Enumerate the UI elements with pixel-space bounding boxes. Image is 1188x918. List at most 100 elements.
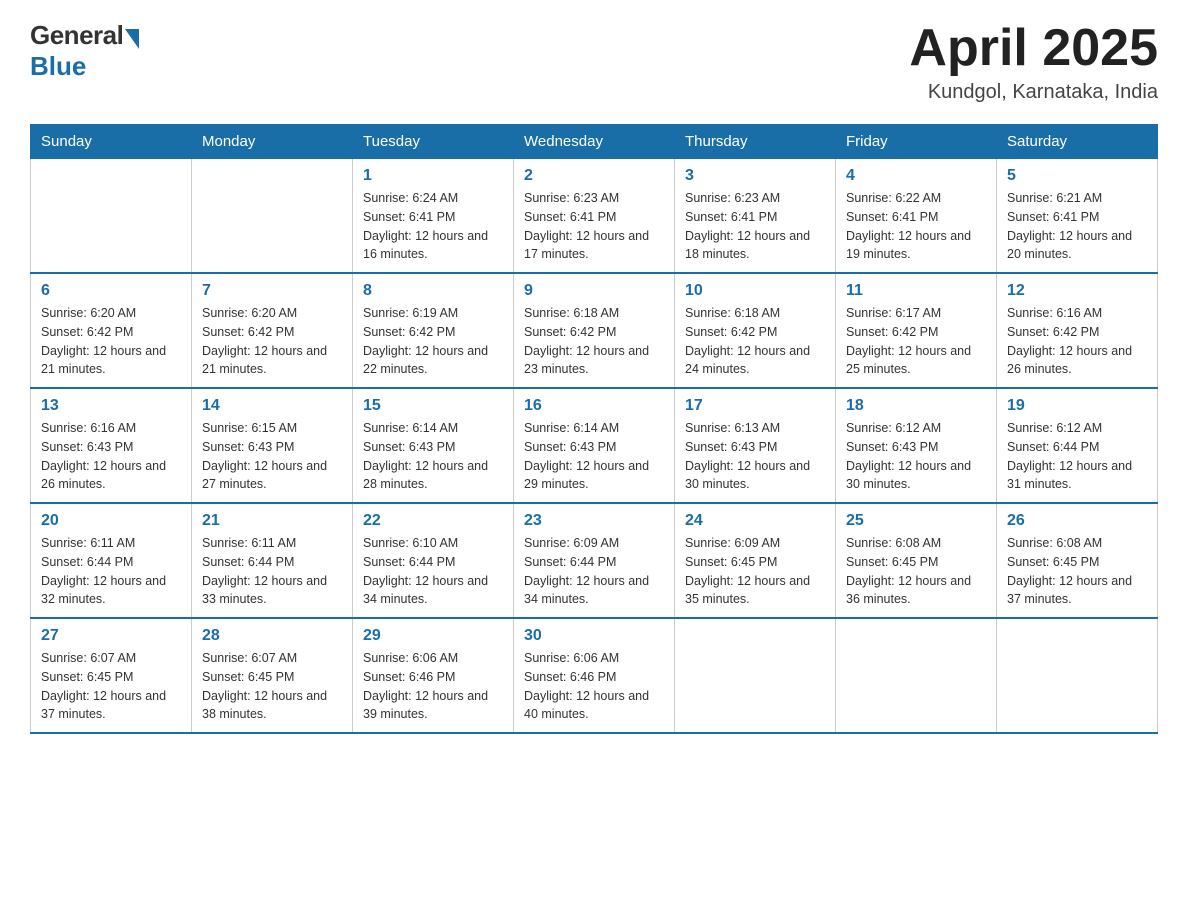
day-number: 26 xyxy=(1007,512,1147,530)
day-number: 17 xyxy=(685,397,825,415)
logo-blue-text: Blue xyxy=(30,51,86,82)
logo-triangle-icon xyxy=(125,29,139,49)
day-info: Sunrise: 6:11 AM Sunset: 6:44 PM Dayligh… xyxy=(41,534,181,609)
calendar-cell: 29Sunrise: 6:06 AM Sunset: 6:46 PM Dayli… xyxy=(353,618,514,733)
day-number: 8 xyxy=(363,282,503,300)
day-info: Sunrise: 6:07 AM Sunset: 6:45 PM Dayligh… xyxy=(202,649,342,724)
title-block: April 2025 Kundgol, Karnataka, India xyxy=(909,20,1158,104)
day-info: Sunrise: 6:08 AM Sunset: 6:45 PM Dayligh… xyxy=(846,534,986,609)
calendar-cell: 4 Sunrise: 6:22 AM Sunset: 6:41 PM Daylig… xyxy=(836,159,997,274)
calendar-cell xyxy=(836,618,997,733)
calendar-cell: 28 Sunrise: 6:07 AM Sunset: 6:45 PM Dayli… xyxy=(192,618,353,733)
day-number: 4 xyxy=(846,167,986,185)
day-info: Sunrise: 6:10 AM Sunset: 6:44 PM Dayligh… xyxy=(363,534,503,609)
calendar-week-row: 20Sunrise: 6:11 AM Sunset: 6:44 PM Dayli… xyxy=(31,503,1158,618)
calendar-cell: 6 Sunrise: 6:20 AM Sunset: 6:42 PM Daylig… xyxy=(31,273,192,388)
day-number: 18 xyxy=(846,397,986,415)
calendar-cell: 11Sunrise: 6:17 AM Sunset: 6:42 PM Dayli… xyxy=(836,273,997,388)
day-number: 28 xyxy=(202,627,342,645)
day-number: 25 xyxy=(846,512,986,530)
day-info: Sunrise: 6:14 AM Sunset: 6:43 PM Dayligh… xyxy=(524,419,664,494)
calendar-cell: 27 Sunrise: 6:07 AM Sunset: 6:45 PM Dayli… xyxy=(31,618,192,733)
day-number: 5 xyxy=(1007,167,1147,185)
day-number: 27 xyxy=(41,627,181,645)
day-info: Sunrise: 6:23 AM Sunset: 6:41 PM Dayligh… xyxy=(685,189,825,264)
calendar-cell: 26Sunrise: 6:08 AM Sunset: 6:45 PM Dayli… xyxy=(997,503,1158,618)
calendar-table: SundayMondayTuesdayWednesdayThursdayFrid… xyxy=(30,124,1158,734)
calendar-cell: 24Sunrise: 6:09 AM Sunset: 6:45 PM Dayli… xyxy=(675,503,836,618)
calendar-week-row: 6 Sunrise: 6:20 AM Sunset: 6:42 PM Daylig… xyxy=(31,273,1158,388)
calendar-cell: 7Sunrise: 6:20 AM Sunset: 6:42 PM Daylig… xyxy=(192,273,353,388)
calendar-cell: 20Sunrise: 6:11 AM Sunset: 6:44 PM Dayli… xyxy=(31,503,192,618)
day-info: Sunrise: 6:15 AM Sunset: 6:43 PM Dayligh… xyxy=(202,419,342,494)
day-info: Sunrise: 6:06 AM Sunset: 6:46 PM Dayligh… xyxy=(524,649,664,724)
day-number: 11 xyxy=(846,282,986,300)
day-number: 10 xyxy=(685,282,825,300)
day-number: 30 xyxy=(524,627,664,645)
day-info: Sunrise: 6:16 AM Sunset: 6:43 PM Dayligh… xyxy=(41,419,181,494)
day-info: Sunrise: 6:24 AM Sunset: 6:41 PM Dayligh… xyxy=(363,189,503,264)
calendar-cell: 21 Sunrise: 6:11 AM Sunset: 6:44 PM Dayli… xyxy=(192,503,353,618)
day-info: Sunrise: 6:12 AM Sunset: 6:43 PM Dayligh… xyxy=(846,419,986,494)
day-info: Sunrise: 6:13 AM Sunset: 6:43 PM Dayligh… xyxy=(685,419,825,494)
day-number: 1 xyxy=(363,167,503,185)
calendar-cell: 9 Sunrise: 6:18 AM Sunset: 6:42 PM Daylig… xyxy=(514,273,675,388)
day-info: Sunrise: 6:07 AM Sunset: 6:45 PM Dayligh… xyxy=(41,649,181,724)
calendar-cell: 13 Sunrise: 6:16 AM Sunset: 6:43 PM Dayli… xyxy=(31,388,192,503)
day-info: Sunrise: 6:06 AM Sunset: 6:46 PM Dayligh… xyxy=(363,649,503,724)
page-header: General Blue April 2025 Kundgol, Karnata… xyxy=(30,20,1158,104)
day-info: Sunrise: 6:20 AM Sunset: 6:42 PM Dayligh… xyxy=(41,304,181,379)
day-number: 12 xyxy=(1007,282,1147,300)
calendar-cell: 5Sunrise: 6:21 AM Sunset: 6:41 PM Daylig… xyxy=(997,159,1158,274)
calendar-week-row: 27 Sunrise: 6:07 AM Sunset: 6:45 PM Dayli… xyxy=(31,618,1158,733)
calendar-cell xyxy=(31,159,192,274)
calendar-cell: 18 Sunrise: 6:12 AM Sunset: 6:43 PM Dayli… xyxy=(836,388,997,503)
day-of-week-header: Saturday xyxy=(997,125,1158,159)
day-info: Sunrise: 6:09 AM Sunset: 6:44 PM Dayligh… xyxy=(524,534,664,609)
day-of-week-header: Friday xyxy=(836,125,997,159)
day-number: 15 xyxy=(363,397,503,415)
day-info: Sunrise: 6:23 AM Sunset: 6:41 PM Dayligh… xyxy=(524,189,664,264)
day-info: Sunrise: 6:20 AM Sunset: 6:42 PM Dayligh… xyxy=(202,304,342,379)
calendar-cell: 30 Sunrise: 6:06 AM Sunset: 6:46 PM Dayli… xyxy=(514,618,675,733)
location-title: Kundgol, Karnataka, India xyxy=(909,81,1158,104)
day-number: 24 xyxy=(685,512,825,530)
calendar-cell xyxy=(675,618,836,733)
day-of-week-header: Monday xyxy=(192,125,353,159)
calendar-cell: 1 Sunrise: 6:24 AM Sunset: 6:41 PM Daylig… xyxy=(353,159,514,274)
day-number: 21 xyxy=(202,512,342,530)
day-number: 6 xyxy=(41,282,181,300)
day-info: Sunrise: 6:22 AM Sunset: 6:41 PM Dayligh… xyxy=(846,189,986,264)
day-number: 23 xyxy=(524,512,664,530)
month-title: April 2025 xyxy=(909,20,1158,77)
calendar-cell: 2Sunrise: 6:23 AM Sunset: 6:41 PM Daylig… xyxy=(514,159,675,274)
calendar-cell: 14 Sunrise: 6:15 AM Sunset: 6:43 PM Dayli… xyxy=(192,388,353,503)
day-info: Sunrise: 6:12 AM Sunset: 6:44 PM Dayligh… xyxy=(1007,419,1147,494)
day-number: 19 xyxy=(1007,397,1147,415)
calendar-cell: 16 Sunrise: 6:14 AM Sunset: 6:43 PM Dayli… xyxy=(514,388,675,503)
calendar-cell: 10 Sunrise: 6:18 AM Sunset: 6:42 PM Dayli… xyxy=(675,273,836,388)
day-number: 14 xyxy=(202,397,342,415)
day-info: Sunrise: 6:18 AM Sunset: 6:42 PM Dayligh… xyxy=(524,304,664,379)
day-info: Sunrise: 6:19 AM Sunset: 6:42 PM Dayligh… xyxy=(363,304,503,379)
calendar-cell xyxy=(997,618,1158,733)
day-info: Sunrise: 6:11 AM Sunset: 6:44 PM Dayligh… xyxy=(202,534,342,609)
day-number: 3 xyxy=(685,167,825,185)
day-info: Sunrise: 6:16 AM Sunset: 6:42 PM Dayligh… xyxy=(1007,304,1147,379)
day-of-week-header: Sunday xyxy=(31,125,192,159)
logo-general-text: General xyxy=(30,20,123,51)
day-number: 22 xyxy=(363,512,503,530)
day-info: Sunrise: 6:18 AM Sunset: 6:42 PM Dayligh… xyxy=(685,304,825,379)
day-number: 16 xyxy=(524,397,664,415)
day-of-week-header: Tuesday xyxy=(353,125,514,159)
day-of-week-header: Wednesday xyxy=(514,125,675,159)
calendar-cell: 12 Sunrise: 6:16 AM Sunset: 6:42 PM Dayli… xyxy=(997,273,1158,388)
day-number: 13 xyxy=(41,397,181,415)
day-number: 9 xyxy=(524,282,664,300)
day-of-week-header: Thursday xyxy=(675,125,836,159)
calendar-cell: 17 Sunrise: 6:13 AM Sunset: 6:43 PM Dayli… xyxy=(675,388,836,503)
day-info: Sunrise: 6:14 AM Sunset: 6:43 PM Dayligh… xyxy=(363,419,503,494)
calendar-cell: 8 Sunrise: 6:19 AM Sunset: 6:42 PM Daylig… xyxy=(353,273,514,388)
calendar-cell: 23 Sunrise: 6:09 AM Sunset: 6:44 PM Dayli… xyxy=(514,503,675,618)
calendar-week-row: 13 Sunrise: 6:16 AM Sunset: 6:43 PM Dayli… xyxy=(31,388,1158,503)
